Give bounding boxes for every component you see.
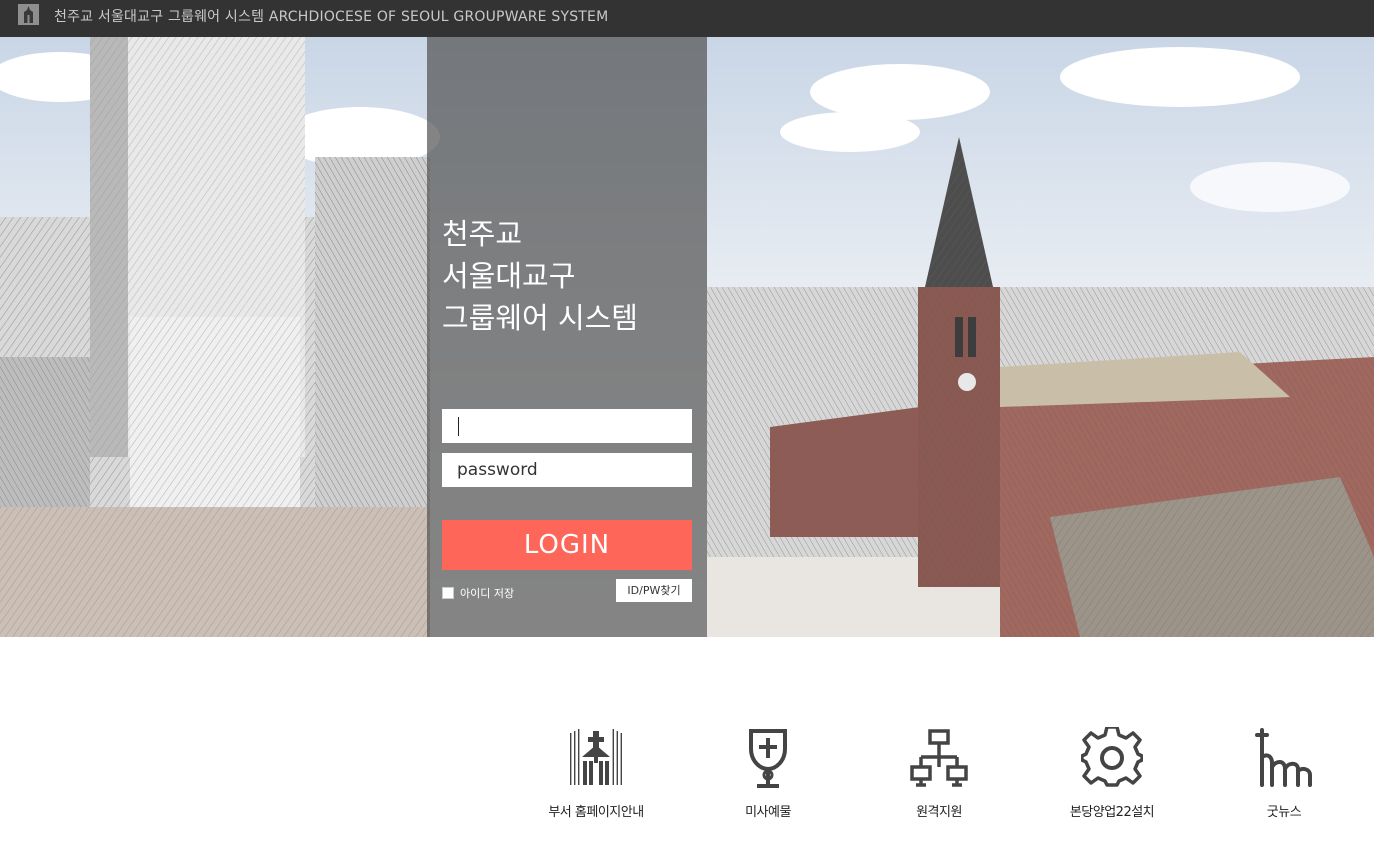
service-label: 원격지원 [916, 805, 962, 820]
app-title: 천주교 서울대교구 그룹웨어 시스템 ARCHDIOCESE OF SEOUL … [54, 9, 609, 25]
service-remote-support[interactable]: 원격지원 [869, 727, 1009, 820]
text-cursor [458, 417, 459, 436]
network-icon [910, 729, 968, 787]
login-button[interactable]: LOGIN [442, 520, 692, 570]
chalice-icon [749, 729, 787, 788]
save-id-checkbox[interactable] [442, 587, 454, 599]
service-shortcuts: 부서 홈페이지안내 미사예물 원격지원 본당양업22설치 굿뉴스 [0, 727, 1374, 837]
gear-icon [1081, 727, 1143, 787]
login-panel: 천주교 서울대교구 그룹웨어 시스템 LOGIN 아이디 저장 ID/PW찾기 [427, 37, 707, 637]
top-bar: 천주교 서울대교구 그룹웨어 시스템 ARCHDIOCESE OF SEOUL … [0, 0, 1374, 37]
service-parish-install[interactable]: 본당양업22설치 [1042, 727, 1182, 820]
cross-hand-icon [1255, 728, 1312, 787]
service-label: 부서 홈페이지안내 [548, 805, 644, 820]
service-dept-homepage[interactable]: 부서 홈페이지안내 [526, 727, 666, 820]
cathedral-logo-icon [18, 4, 39, 25]
save-id-option[interactable]: 아이디 저장 [442, 585, 514, 601]
headline-line-1: 천주교 [442, 217, 523, 251]
service-label: 굿뉴스 [1266, 805, 1302, 820]
service-label: 미사예물 [745, 805, 791, 820]
headline-line-2: 서울대교구 [442, 259, 576, 293]
service-goodnews[interactable]: 굿뉴스 [1214, 727, 1354, 820]
id-input[interactable] [442, 409, 692, 443]
headline-line-3: 그룹웨어 시스템 [442, 301, 638, 335]
save-id-label: 아이디 저장 [460, 587, 515, 600]
password-input[interactable] [442, 453, 692, 487]
church-building-icon [570, 729, 622, 785]
system-headline: 천주교 서울대교구 그룹웨어 시스템 [442, 213, 702, 339]
service-mass-offering[interactable]: 미사예물 [698, 727, 838, 820]
hero-banner: 천주교 서울대교구 그룹웨어 시스템 LOGIN 아이디 저장 ID/PW찾기 [0, 37, 1374, 637]
service-label: 본당양업22설치 [1069, 805, 1155, 820]
find-id-pw-button[interactable]: ID/PW찾기 [616, 579, 692, 602]
